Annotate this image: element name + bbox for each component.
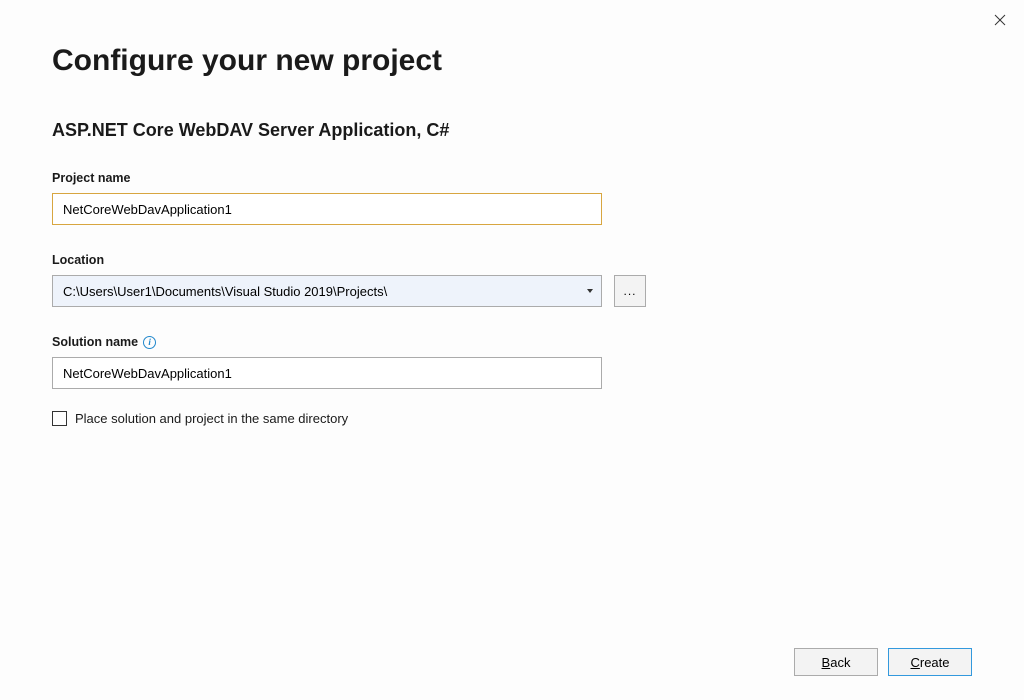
main-content: Configure your new project ASP.NET Core … xyxy=(0,0,1024,426)
page-title: Configure your new project xyxy=(52,44,972,78)
close-button[interactable] xyxy=(992,12,1008,28)
info-icon[interactable]: i xyxy=(143,336,156,349)
create-button[interactable]: Create xyxy=(888,648,972,676)
footer-buttons: Back Create xyxy=(794,648,972,676)
chevron-down-icon xyxy=(587,289,593,293)
create-label-rest: reate xyxy=(920,655,950,670)
back-label-rest: ack xyxy=(830,655,850,670)
location-label: Location xyxy=(52,253,972,267)
same-directory-row: Place solution and project in the same d… xyxy=(52,411,972,426)
browse-button[interactable]: ... xyxy=(614,275,646,307)
project-name-label: Project name xyxy=(52,171,972,185)
solution-name-input[interactable] xyxy=(52,357,602,389)
location-value: C:\Users\User1\Documents\Visual Studio 2… xyxy=(63,284,387,299)
project-template-subtitle: ASP.NET Core WebDAV Server Application, … xyxy=(52,120,972,141)
close-icon xyxy=(994,14,1006,26)
solution-name-group: Solution name i xyxy=(52,335,972,389)
location-group: Location C:\Users\User1\Documents\Visual… xyxy=(52,253,972,307)
project-name-input[interactable] xyxy=(52,193,602,225)
same-directory-label: Place solution and project in the same d… xyxy=(75,411,348,426)
location-combo[interactable]: C:\Users\User1\Documents\Visual Studio 2… xyxy=(52,275,602,307)
project-name-group: Project name xyxy=(52,171,972,225)
same-directory-checkbox[interactable] xyxy=(52,411,67,426)
back-button[interactable]: Back xyxy=(794,648,878,676)
solution-name-label: Solution name i xyxy=(52,335,972,349)
solution-name-label-text: Solution name xyxy=(52,335,138,349)
